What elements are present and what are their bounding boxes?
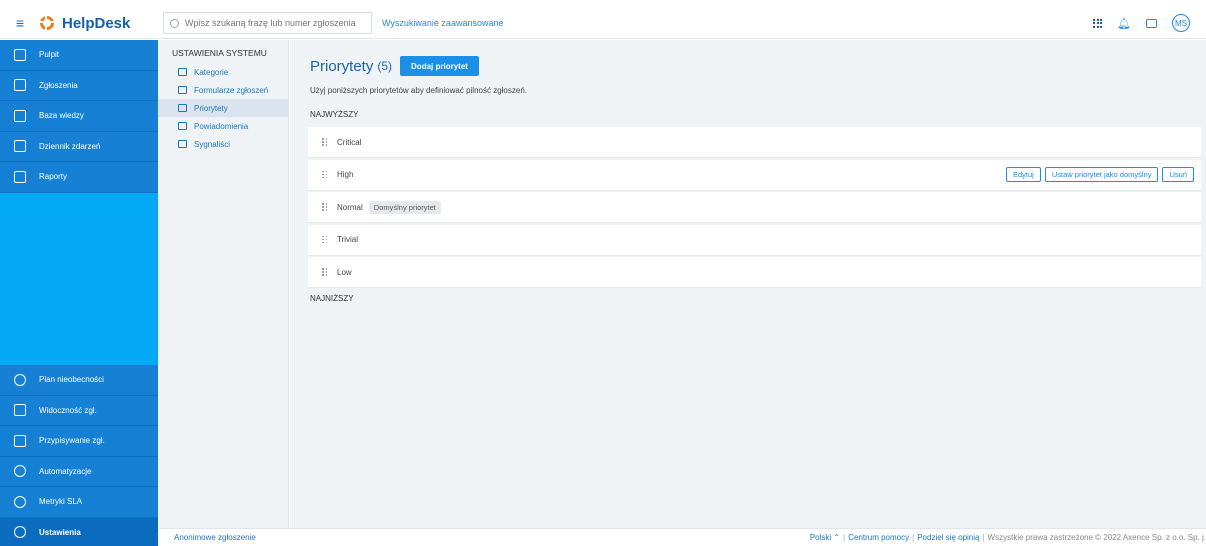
help-center-link[interactable]: Centrum pomocy [848,533,909,542]
sidebar: Pulpit Zgłoszenia Baza wiedzy Dziennik z… [0,40,158,546]
footer: Anonimowe zgłoszenie Polski ⌃ | Centrum … [158,528,1206,546]
apps-grid-icon[interactable] [1093,18,1103,28]
top-bar: ≡ HelpDesk Wyszukiwanie zaawansowane 🔔︎ … [0,8,1206,39]
priority-name: Low [337,267,352,277]
priority-list: Critical High Edytuj Ustaw priorytet jak… [308,127,1201,290]
priority-name: Critical [337,137,362,147]
delete-button[interactable]: Usuń [1162,166,1194,182]
priority-row[interactable]: Trivial [308,224,1201,256]
divider: | [982,533,985,542]
search-box[interactable] [163,12,372,34]
sidebar-item-dziennik[interactable]: Dziennik zdarzeń [0,131,158,162]
sidebar-item-pulpit[interactable]: Pulpit [0,40,158,71]
log-icon [14,140,26,153]
sidebar-item-zgloszenia[interactable]: Zgłoszenia [0,70,158,101]
sla-icon [14,495,26,508]
chat-icon[interactable] [1146,18,1157,28]
language-selector[interactable]: Polski [810,533,831,542]
priority-row[interactable]: Critical [308,127,1201,158]
priority-row[interactable]: Normal Domyślny priorytet [308,192,1201,223]
priority-row[interactable]: High Edytuj Ustaw priorytet jako domyśln… [308,159,1201,191]
menu-icon[interactable]: ≡ [0,8,40,39]
search-icon [170,18,179,28]
lifebuoy-icon [40,16,54,30]
scale-icon [178,104,187,112]
gear-icon [14,526,26,539]
bell-icon[interactable]: 🔔︎ [1117,17,1131,30]
add-priority-button[interactable]: Dodaj priorytet [400,56,479,76]
settings-item-powiadomienia[interactable]: Powiadomienia [158,117,288,135]
priority-row[interactable]: Low [308,257,1201,288]
main-content: Priorytety (5) Dodaj priorytet Użyj poni… [290,40,1206,528]
page-title: Priorytety [310,57,374,75]
folder-icon [178,68,187,76]
drag-handle-icon[interactable] [322,138,328,146]
settings-title: USTAWIENIA SYSTEMU [172,48,267,58]
logo-text: HelpDesk [62,14,131,32]
search-input[interactable] [185,18,365,28]
lowest-label: NAJNIŻSZY [310,294,354,303]
settings-menu: USTAWIENIA SYSTEMU Kategorie Formularze … [158,40,289,528]
priority-count: (5) [377,59,393,73]
sidebar-item-ustawienia[interactable]: Ustawienia [0,517,158,546]
priority-name: Normal [337,202,363,212]
avatar[interactable]: MS [1172,14,1190,32]
sidebar-item-przypisywanie[interactable]: Przypisywanie zgł. [0,426,158,457]
set-default-button[interactable]: Ustaw priorytet jako domyślny [1044,166,1159,182]
sidebar-item-plan-nieobecnosci[interactable]: Plan nieobecności [0,365,158,396]
bell-icon [178,122,187,130]
drag-handle-icon[interactable] [322,203,328,211]
logo[interactable]: HelpDesk [40,8,158,39]
priority-name: High [337,170,354,179]
default-badge: Domyślny priorytet [368,200,441,214]
drag-handle-icon[interactable] [322,170,328,179]
priority-name: Trivial [337,235,359,244]
edit-button[interactable]: Edytuj [1006,166,1041,182]
page-description: Użyj poniższych priorytetów aby definiow… [310,86,527,95]
absence-icon [14,373,26,386]
settings-item-kategorie[interactable]: Kategorie [158,63,288,81]
automation-icon [14,465,26,478]
chevron-up-icon[interactable]: ⌃ [831,533,840,542]
report-icon [14,170,26,183]
settings-item-sygnalisci[interactable]: Sygnaliści [158,135,288,153]
sidebar-item-baza-wiedzy[interactable]: Baza wiedzy [0,101,158,132]
book-icon [14,109,26,122]
copyright-text: Wszystkie prawa zastrzeżone © 2022 Axenc… [987,533,1206,542]
divider: | [843,533,846,542]
sidebar-item-automatyzacje[interactable]: Automatyzacje [0,456,158,487]
tickets-icon [14,79,26,92]
highest-label: NAJWYŻSZY [310,110,359,119]
visibility-icon [14,404,26,417]
drag-handle-icon[interactable] [322,268,328,276]
sidebar-item-raporty[interactable]: Raporty [0,162,158,193]
sidebar-item-widocznosc[interactable]: Widoczność zgł. [0,395,158,426]
anonymous-ticket-link[interactable]: Anonimowe zgłoszenie [174,533,256,542]
incognito-icon [178,140,187,148]
advanced-search-link[interactable]: Wyszukiwanie zaawansowane [382,18,503,28]
dashboard-icon [14,48,26,61]
assign-icon [14,434,26,447]
settings-item-priorytety[interactable]: Priorytety [158,99,288,117]
settings-item-formularze[interactable]: Formularze zgłoszeń [158,81,288,99]
feedback-link[interactable]: Podziel się opinią [917,533,979,542]
drag-handle-icon[interactable] [322,235,328,244]
sidebar-item-metryki-sla[interactable]: Metryki SLA [0,487,158,518]
divider: | [912,533,915,542]
form-icon [178,86,187,94]
